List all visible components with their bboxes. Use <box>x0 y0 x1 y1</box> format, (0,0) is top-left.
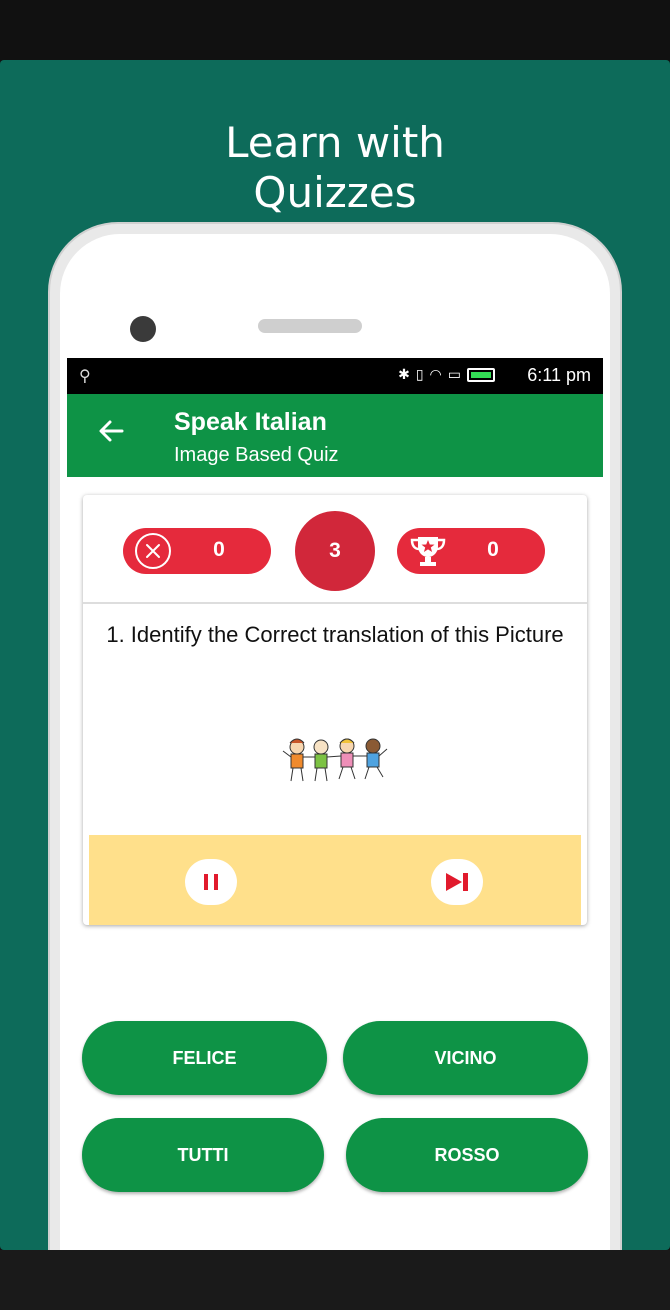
pause-icon <box>204 874 218 890</box>
vibrate-icon: ▯ <box>415 366 424 382</box>
bottom-frame <box>0 1250 670 1310</box>
trophy-icon <box>409 533 447 569</box>
audio-controls <box>89 835 581 925</box>
app-title: Speak Italian <box>174 408 327 436</box>
app-bar: Speak Italian Image Based Quiz <box>67 394 603 477</box>
back-arrow-svg <box>99 420 124 442</box>
top-frame <box>0 0 670 60</box>
status-icons: ✱ ▯ ◠ ▭ <box>398 366 495 383</box>
wrong-count: 0 <box>213 538 225 561</box>
wrong-answers-pill: 0 <box>123 528 271 574</box>
pause-button[interactable] <box>185 859 237 905</box>
promo-headline: Learn with Quizzes <box>0 118 670 218</box>
headline-line1: Learn with <box>225 118 445 167</box>
option-button-1[interactable]: FELICE <box>82 1021 327 1095</box>
option-button-3[interactable]: TUTTI <box>82 1118 324 1192</box>
usb-icon: ⚲ <box>79 368 91 385</box>
quiz-card: 0 3 0 1. Identify the Correct translatio… <box>83 495 587 925</box>
question-counter: 3 <box>295 511 375 591</box>
sim-icon: ▭ <box>447 366 461 382</box>
card-divider <box>83 602 587 604</box>
circle-x-icon <box>135 533 171 569</box>
option-button-2[interactable]: VICINO <box>343 1021 588 1095</box>
app-subtitle: Image Based Quiz <box>174 444 339 466</box>
score-pill: 0 <box>397 528 545 574</box>
x-mark-svg <box>146 544 160 558</box>
option-button-4[interactable]: ROSSO <box>346 1118 588 1192</box>
question-text: 1. Identify the Correct translation of t… <box>106 622 564 647</box>
score-value: 0 <box>487 538 499 561</box>
status-time: 6:11 pm <box>527 365 591 385</box>
skip-next-icon <box>446 873 468 891</box>
headline-line2: Quizzes <box>253 168 417 217</box>
bluetooth-icon: ✱ <box>398 366 410 382</box>
wifi-icon: ◠ <box>429 366 442 382</box>
status-bar: ⚲ ✱ ▯ ◠ ▭ 6:11 pm <box>67 358 603 394</box>
phone-camera <box>130 316 156 342</box>
phone-speaker <box>258 319 362 333</box>
app-screen: ⚲ ✱ ▯ ◠ ▭ 6:11 pm Speak Italian Image Ba… <box>67 358 603 1250</box>
trophy-svg <box>410 537 446 566</box>
skip-next-button[interactable] <box>431 859 483 905</box>
battery-icon <box>467 367 495 382</box>
back-arrow-icon[interactable] <box>93 416 129 452</box>
quiz-picture-children <box>282 738 388 782</box>
